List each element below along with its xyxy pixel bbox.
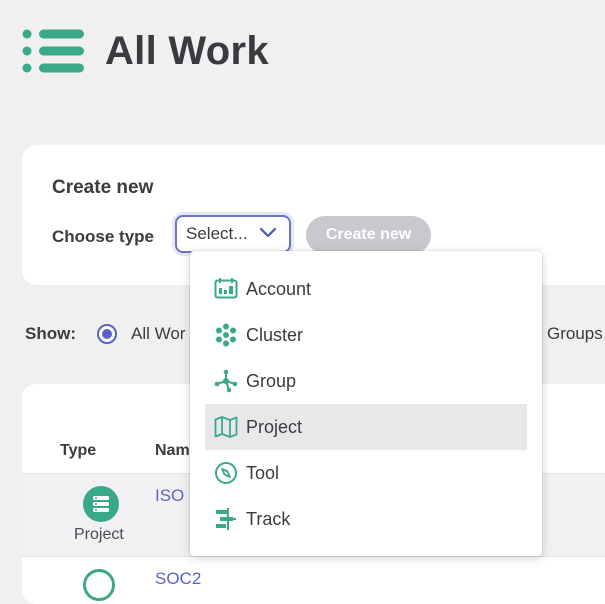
map-icon [214, 416, 238, 438]
all-work-radio[interactable] [97, 324, 117, 344]
all-work-radio-label[interactable]: All Wor [131, 324, 185, 344]
chevron-down-icon [259, 227, 277, 238]
column-header-type[interactable]: Type [60, 442, 96, 460]
create-new-button[interactable]: Create new [306, 216, 431, 254]
row-type-icon [83, 569, 115, 601]
track-icon [216, 508, 236, 530]
groups-radio-label[interactable]: Groups [547, 324, 603, 344]
project-type-icon [83, 486, 119, 522]
type-select[interactable]: Select... [175, 215, 291, 253]
table-row[interactable]: SOC2 [22, 556, 605, 604]
dropdown-option-label: Track [246, 509, 291, 529]
page-header: All Work [22, 26, 269, 76]
group-icon [214, 369, 238, 393]
card-title: Create new [52, 177, 154, 198]
dropdown-option-label: Tool [246, 463, 280, 483]
dropdown-option-tool[interactable]: Tool [205, 450, 527, 496]
type-dropdown-menu: Account Cluster Group Project Tool Track [190, 251, 542, 556]
dropdown-option-project[interactable]: Project [205, 404, 527, 450]
compass-icon [215, 462, 237, 484]
account-icon [214, 278, 238, 299]
column-header-name[interactable]: Nam [155, 442, 190, 460]
choose-type-label: Choose type [52, 227, 155, 246]
dropdown-option-label: Group [246, 371, 297, 391]
type-select-value: Select... [186, 224, 248, 243]
row-name-link[interactable]: SOC2 [155, 569, 201, 589]
dropdown-option-label: Account [246, 279, 312, 299]
row-name-link[interactable]: ISO [155, 486, 184, 506]
list-icon [22, 29, 84, 73]
dropdown-option-cluster[interactable]: Cluster [205, 312, 527, 358]
dropdown-option-track[interactable]: Track [205, 496, 527, 542]
row-type-label: Project [74, 526, 124, 543]
dropdown-option-account[interactable]: Account [205, 266, 527, 312]
dropdown-option-label: Project [246, 417, 303, 437]
cluster-icon [216, 323, 236, 347]
dropdown-option-label: Cluster [246, 325, 304, 345]
dropdown-option-group[interactable]: Group [205, 358, 527, 404]
show-label: Show: [25, 324, 76, 343]
page-title: All Work [105, 28, 269, 73]
